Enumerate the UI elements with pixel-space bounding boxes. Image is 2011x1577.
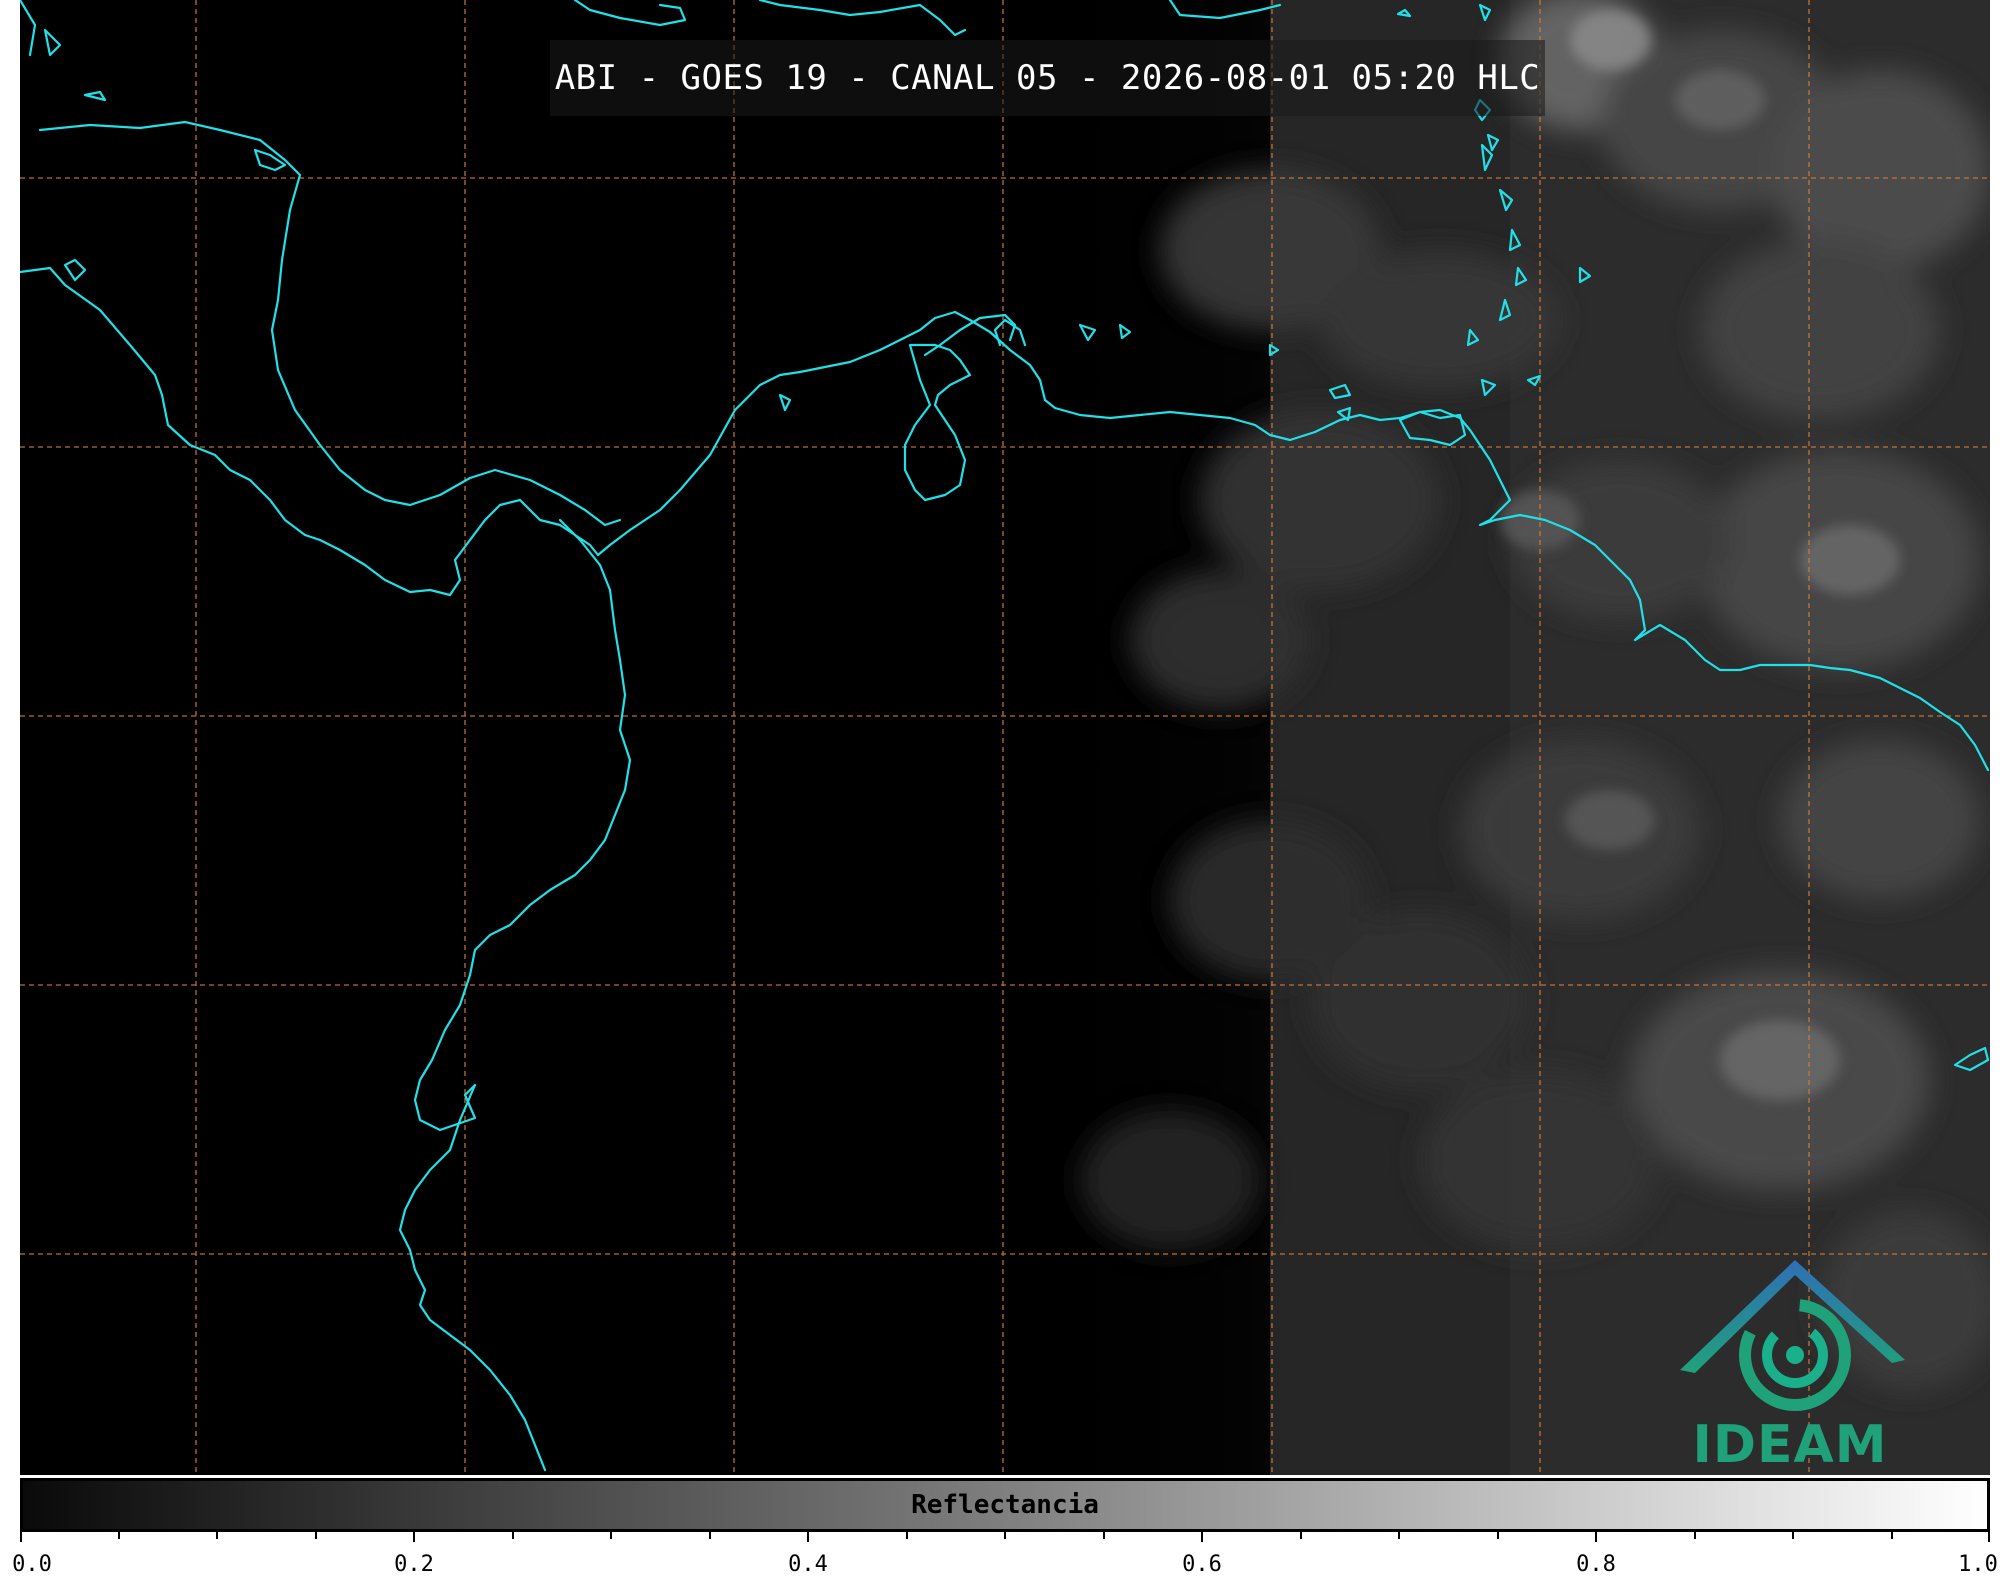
- colorbar-tick-label: 0.0: [12, 1552, 52, 1577]
- reflectance-colorbar: Reflectancia: [20, 1478, 1990, 1532]
- ideam-logo-text: IDEAM: [1692, 1415, 1888, 1475]
- colorbar-minor-tick: [511, 1532, 514, 1539]
- colorbar-minor-tick: [117, 1532, 120, 1539]
- colorbar-major-tick: [1201, 1532, 1203, 1542]
- map-title: ABI - GOES 19 - CANAL 05 - 2026-08-01 05…: [554, 58, 1541, 98]
- colorbar-minor-tick: [1496, 1532, 1499, 1539]
- colorbar-major-tick: [413, 1532, 415, 1542]
- colorbar-minor-tick: [610, 1532, 612, 1539]
- colorbar-tick-label: 0.8: [1576, 1552, 1616, 1577]
- colorbar-minor-tick: [1398, 1532, 1400, 1539]
- colorbar-tick-label: 0.6: [1182, 1552, 1222, 1577]
- ideam-logo: IDEAM: [1670, 1255, 1910, 1475]
- colorbar-minor-tick: [314, 1532, 317, 1539]
- colorbar-major-tick: [1988, 1532, 1990, 1542]
- colorbar-label: Reflectancia: [911, 1490, 1099, 1520]
- colorbar-tick-label: 0.4: [788, 1552, 828, 1577]
- colorbar-minor-tick: [1890, 1532, 1893, 1539]
- colorbar-major-tick: [20, 1532, 22, 1542]
- colorbar-minor-tick: [1693, 1532, 1696, 1539]
- colorbar-minor-tick: [1004, 1532, 1006, 1539]
- map-title-panel: ABI - GOES 19 - CANAL 05 - 2026-08-01 05…: [550, 40, 1545, 116]
- colorbar-tick-label: 0.2: [394, 1552, 434, 1577]
- colorbar-minor-tick: [1299, 1532, 1302, 1539]
- colorbar-major-tick: [1595, 1532, 1597, 1542]
- map-canvas: [20, 0, 1990, 1475]
- colorbar-minor-tick: [708, 1532, 711, 1539]
- colorbar-minor-tick: [216, 1532, 218, 1539]
- colorbar-minor-tick: [1792, 1532, 1794, 1539]
- ideam-logo-icon: [1680, 1260, 1905, 1411]
- colorbar-tick-label: 1.0: [1958, 1552, 1998, 1577]
- colorbar-minor-tick: [1102, 1532, 1105, 1539]
- colorbar-major-tick: [807, 1532, 809, 1542]
- colorbar-minor-tick: [905, 1532, 908, 1539]
- satellite-map: ABI - GOES 19 - CANAL 05 - 2026-08-01 05…: [20, 0, 1990, 1475]
- colorbar-ticks: 0.0 0.2 0.4 0.6 0.8 1.0: [12, 1532, 1998, 1577]
